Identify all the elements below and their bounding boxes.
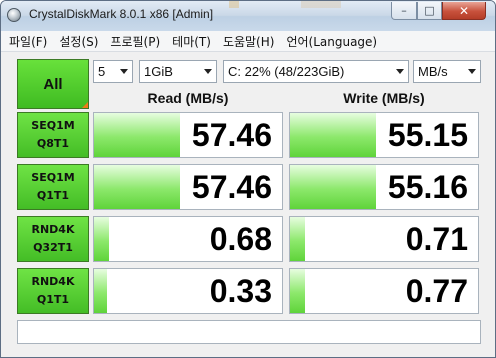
write-progress-bar	[290, 269, 306, 313]
read-result-cell: 57.46	[93, 112, 283, 158]
read-result-cell: 0.33	[93, 268, 283, 314]
test-count-value: 5	[98, 64, 106, 79]
read-result-value: 57.46	[191, 116, 272, 153]
write-progress-bar	[290, 217, 306, 261]
write-progress-bar	[290, 165, 377, 209]
test-button-rnd4k-q1t1[interactable]: RND4K Q1T1	[17, 268, 89, 314]
test-button-seq1m-q1t1[interactable]: SEQ1M Q1T1	[17, 164, 89, 210]
write-result-value: 55.16	[387, 168, 468, 205]
chevron-down-icon	[468, 69, 476, 74]
write-result-cell: 0.71	[289, 216, 479, 262]
window-title: CrystalDiskMark 8.0.1 x86 [Admin]	[29, 7, 214, 21]
unit-value: MB/s	[418, 64, 448, 79]
menu-bar: 파일(F) 설정(S) 프로필(P) 테마(T) 도움말(H) 언어(Langu…	[1, 31, 495, 52]
test-label-line2: Q1T1	[36, 189, 70, 202]
maximize-button[interactable]: □	[417, 2, 442, 20]
chevron-down-icon	[204, 69, 212, 74]
test-label-line2: Q1T1	[36, 293, 70, 306]
write-result-value: 55.15	[387, 116, 468, 153]
corner-marker-icon	[82, 102, 88, 108]
test-label-line1: SEQ1M	[31, 171, 75, 184]
menu-file[interactable]: 파일(F)	[1, 33, 53, 50]
read-progress-bar	[94, 165, 181, 209]
test-label-line1: RND4K	[31, 275, 75, 288]
background-text	[301, 1, 341, 8]
test-label-line2: Q32T1	[33, 241, 73, 254]
all-button[interactable]: All	[17, 59, 89, 109]
test-size-value: 1GiB	[144, 64, 173, 79]
all-button-label: All	[43, 75, 63, 93]
menu-language[interactable]: 언어(Language)	[280, 33, 383, 50]
write-result-cell: 0.77	[289, 268, 479, 314]
write-column-header: Write (MB/s)	[343, 90, 425, 106]
read-result-cell: 0.68	[93, 216, 283, 262]
read-progress-bar	[94, 269, 108, 313]
menu-settings[interactable]: 설정(S)	[53, 33, 104, 50]
test-label-line2: Q8T1	[36, 137, 70, 150]
test-size-select[interactable]: 1GiB	[139, 60, 217, 83]
write-result-value: 0.77	[405, 272, 468, 309]
write-progress-bar	[290, 113, 377, 157]
menu-profile[interactable]: 프로필(P)	[104, 33, 166, 50]
read-result-value: 57.46	[191, 168, 272, 205]
close-button[interactable]: ✕	[442, 2, 486, 20]
app-window: CrystalDiskMark 8.0.1 x86 [Admin] – □ ✕ …	[0, 0, 496, 358]
read-column-header: Read (MB/s)	[147, 90, 229, 106]
write-result-value: 0.71	[405, 220, 468, 257]
unit-select[interactable]: MB/s	[413, 60, 481, 83]
drive-select[interactable]: C: 22% (48/223GiB)	[223, 60, 409, 83]
read-progress-bar	[94, 113, 181, 157]
menu-help[interactable]: 도움말(H)	[217, 33, 281, 50]
test-count-select[interactable]: 5	[93, 60, 133, 83]
minimize-button[interactable]: –	[391, 2, 417, 20]
test-button-rnd4k-q32t1[interactable]: RND4K Q32T1	[17, 216, 89, 262]
read-result-cell: 57.46	[93, 164, 283, 210]
write-result-cell: 55.15	[289, 112, 479, 158]
read-result-value: 0.33	[209, 272, 272, 309]
chevron-down-icon	[120, 69, 128, 74]
comment-field[interactable]	[17, 320, 481, 344]
app-icon	[7, 8, 21, 22]
test-button-seq1m-q8t1[interactable]: SEQ1M Q8T1	[17, 112, 89, 158]
test-label-line1: RND4K	[31, 223, 75, 236]
read-progress-bar	[94, 217, 110, 261]
chevron-down-icon	[396, 69, 404, 74]
background-folder-icon	[229, 1, 239, 8]
title-bar[interactable]: CrystalDiskMark 8.0.1 x86 [Admin] – □ ✕	[1, 1, 495, 31]
menu-theme[interactable]: 테마(T)	[166, 33, 217, 50]
write-result-cell: 55.16	[289, 164, 479, 210]
read-result-value: 0.68	[209, 220, 272, 257]
drive-value: C: 22% (48/223GiB)	[228, 64, 345, 79]
test-label-line1: SEQ1M	[31, 119, 75, 132]
